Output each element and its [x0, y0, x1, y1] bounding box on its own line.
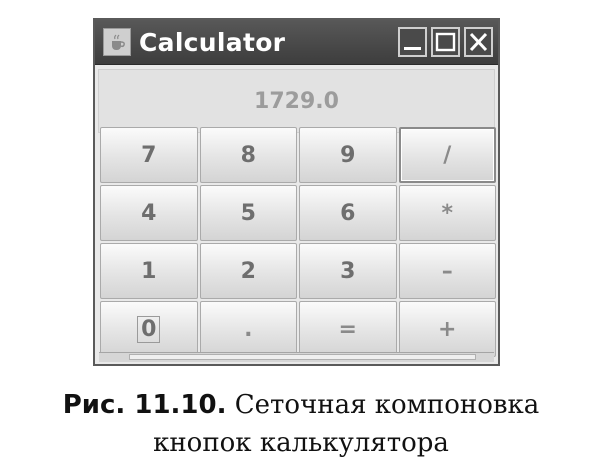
figure-caption: Рис. 11.10. Сеточная компоновка кнопок к…	[0, 386, 602, 462]
key-label: =	[338, 316, 357, 342]
java-cup-icon[interactable]	[103, 28, 131, 56]
caption-lead: Рис. 11.10.	[62, 390, 227, 420]
key-label: *	[441, 200, 453, 226]
maximize-icon[interactable]	[431, 27, 460, 57]
key-decimal[interactable]: .	[199, 301, 297, 357]
scroll-thumb[interactable]	[129, 354, 476, 360]
key-label: –	[441, 258, 453, 284]
caption-line-2: кнопок калькулятора	[153, 428, 449, 458]
keypad-grid: 7 8 9 / 4 5 6 * 1 2 3 – 0 . = +	[99, 126, 497, 358]
caption-text-1: Сеточная компоновка	[234, 390, 540, 420]
key-5[interactable]: 5	[199, 185, 297, 241]
close-icon[interactable]	[464, 27, 493, 57]
key-equals[interactable]: =	[299, 301, 397, 357]
minimize-icon[interactable]	[398, 27, 427, 57]
title-bar[interactable]: Calculator	[95, 20, 498, 65]
key-label: 8	[240, 142, 256, 168]
key-label: 0	[137, 315, 161, 343]
key-8[interactable]: 8	[199, 127, 297, 183]
key-0[interactable]: 0	[100, 301, 198, 357]
key-subtract[interactable]: –	[398, 243, 496, 299]
key-label: 2	[240, 258, 256, 284]
key-label: 7	[141, 142, 157, 168]
key-label: 6	[340, 200, 356, 226]
key-7[interactable]: 7	[100, 127, 198, 183]
key-label: 1	[141, 258, 157, 284]
key-6[interactable]: 6	[299, 185, 397, 241]
caption-line-1: Рис. 11.10. Сеточная компоновка	[0, 386, 602, 424]
key-3[interactable]: 3	[299, 243, 397, 299]
key-label: +	[438, 316, 457, 342]
key-add[interactable]: +	[398, 301, 496, 357]
calculator-window: Calculator 1729.0 7 8 9 / 4 5 6 * 1 2 3 …	[93, 18, 500, 366]
key-label: .	[244, 316, 253, 342]
key-label: 5	[240, 200, 256, 226]
key-label: 9	[340, 142, 356, 168]
key-label: 3	[340, 258, 356, 284]
key-divide[interactable]: /	[398, 127, 496, 183]
key-9[interactable]: 9	[299, 127, 397, 183]
key-2[interactable]: 2	[199, 243, 297, 299]
key-label: 4	[141, 200, 157, 226]
key-label: /	[443, 142, 452, 168]
horizontal-scrollbar[interactable]	[99, 352, 494, 362]
window-title: Calculator	[139, 27, 286, 57]
key-4[interactable]: 4	[100, 185, 198, 241]
result-display: 1729.0	[98, 69, 495, 133]
key-multiply[interactable]: *	[398, 185, 496, 241]
key-1[interactable]: 1	[100, 243, 198, 299]
